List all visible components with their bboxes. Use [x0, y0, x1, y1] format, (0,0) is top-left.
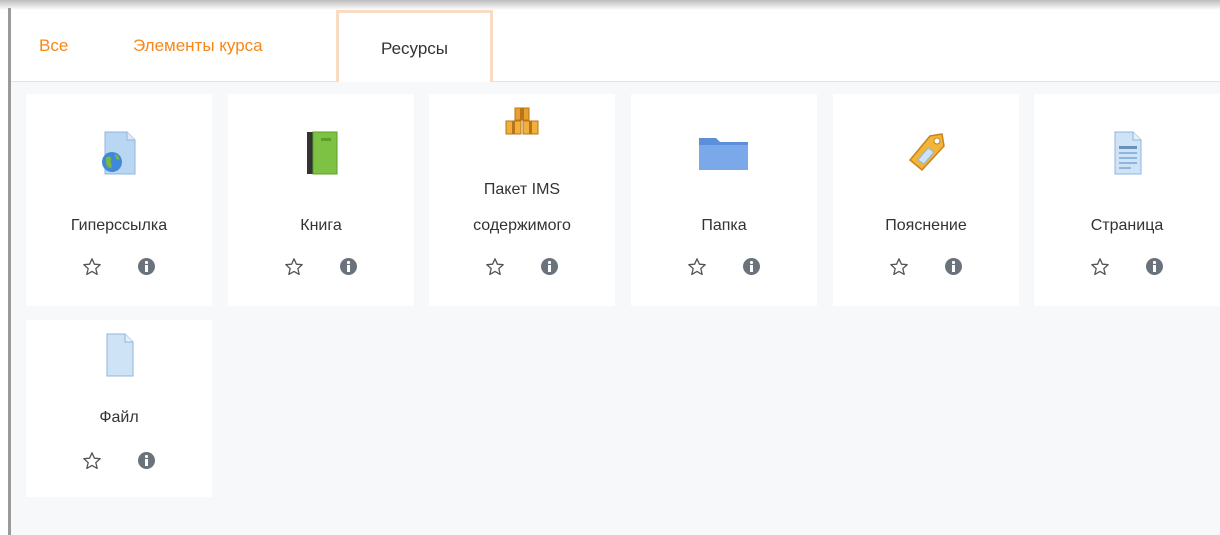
resource-card-label[interactable]: Пояснение [833, 94, 1019, 306]
resource-actions [631, 257, 817, 279]
tab-course-activities[interactable]: Элементы курса [133, 10, 263, 82]
resource-card-ims-package[interactable]: Пакет IMS содержимого [429, 94, 615, 306]
url-globe-icon [102, 131, 136, 175]
resource-label: Страница [1090, 217, 1164, 234]
file-icon [106, 333, 134, 377]
tab-bar: Все Элементы курса Ресурсы [11, 10, 1220, 83]
star-icon[interactable] [1090, 257, 1110, 277]
resource-actions [26, 451, 212, 473]
book-icon [307, 131, 338, 175]
chooser-window: Все Элементы курса Ресурсы Гиперссылка К… [0, 0, 1220, 535]
info-icon[interactable] [541, 258, 558, 275]
activity-chooser-panel: Все Элементы курса Ресурсы Гиперссылка К… [11, 10, 1220, 535]
star-icon[interactable] [284, 257, 304, 277]
star-icon[interactable] [485, 257, 505, 277]
resource-card-page[interactable]: Страница [1034, 94, 1220, 306]
resource-actions [429, 257, 615, 279]
star-icon[interactable] [687, 257, 707, 277]
tab-resources[interactable]: Ресурсы [336, 10, 493, 83]
label-tag-icon [908, 133, 945, 172]
resource-card-book[interactable]: Книга [228, 94, 414, 306]
resource-label-line1: Пакет IMS [483, 181, 561, 198]
tab-all[interactable]: Все [39, 10, 68, 82]
star-icon[interactable] [889, 257, 909, 277]
info-icon[interactable] [138, 452, 155, 469]
resource-label: Папка [701, 217, 747, 234]
info-icon[interactable] [340, 258, 357, 275]
info-icon[interactable] [945, 258, 962, 275]
folder-icon [699, 138, 748, 170]
star-icon[interactable] [82, 451, 102, 471]
resource-actions [26, 257, 212, 279]
resource-label: Файл [99, 409, 139, 426]
info-icon[interactable] [743, 258, 760, 275]
resource-label: Пояснение [885, 217, 967, 234]
info-icon[interactable] [138, 258, 155, 275]
resource-label: Гиперссылка [70, 217, 168, 234]
resource-label-line2: содержимого [473, 217, 571, 234]
resource-actions [833, 257, 1019, 279]
resources-grid: Гиперссылка Книга Пакет IMS содержимого … [11, 82, 1220, 535]
resource-label: Книга [300, 217, 342, 234]
resource-actions [1034, 257, 1220, 279]
ims-package-icon [505, 107, 539, 135]
resource-card-url[interactable]: Гиперссылка [26, 94, 212, 306]
resource-card-file[interactable]: Файл [26, 320, 212, 497]
star-icon[interactable] [82, 257, 102, 277]
top-shadow [0, 0, 1220, 10]
resource-card-folder[interactable]: Папка [631, 94, 817, 306]
page-icon [1114, 131, 1142, 175]
info-icon[interactable] [1146, 258, 1163, 275]
resource-actions [228, 257, 414, 279]
